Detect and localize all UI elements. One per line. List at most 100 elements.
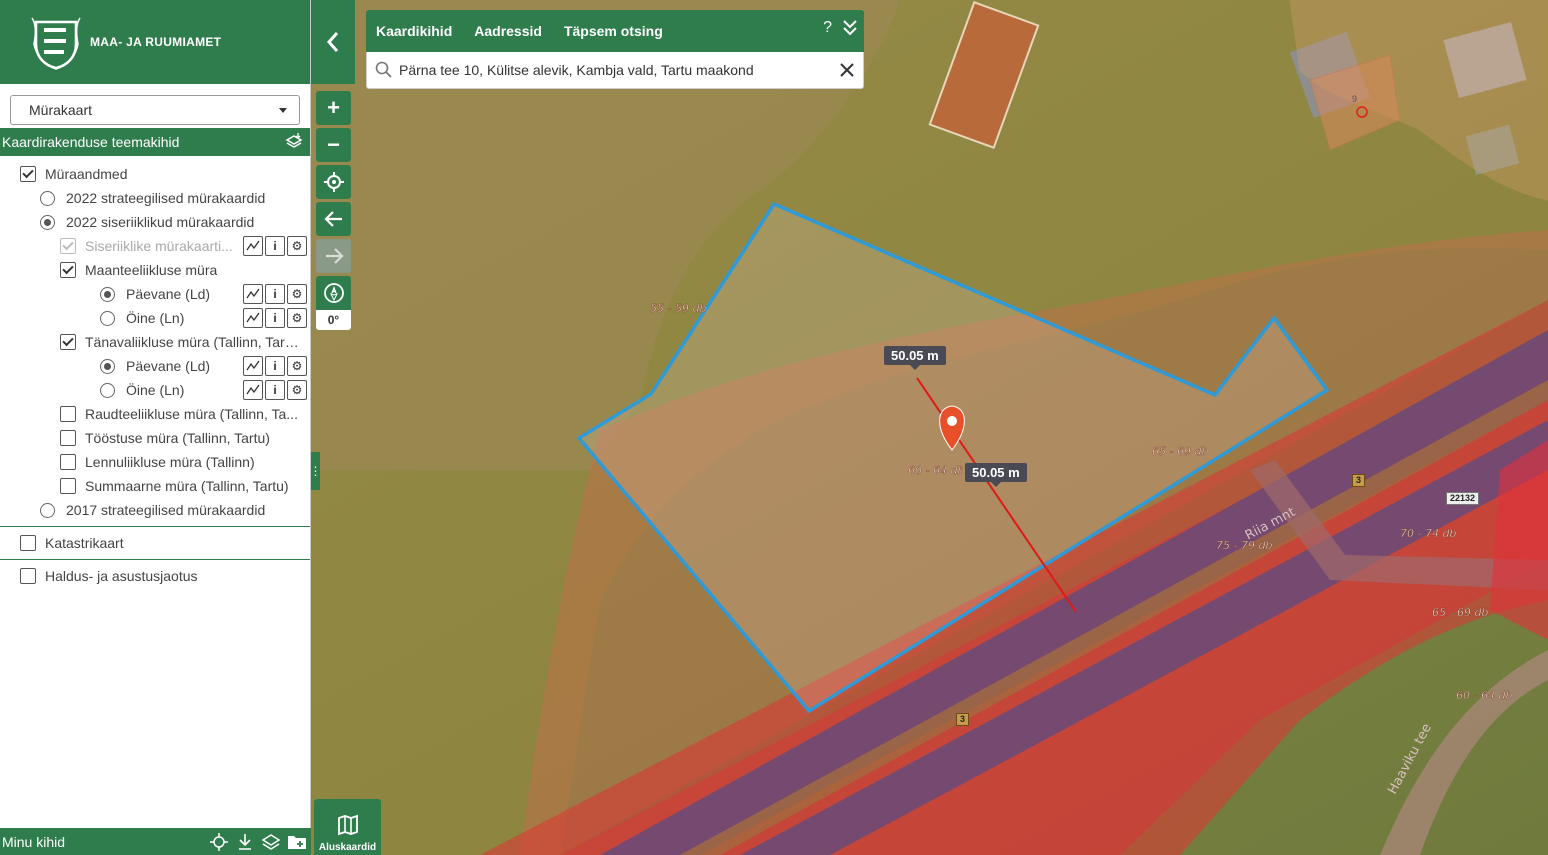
noise-label: 60 - 64 db [908,464,964,477]
compass-button[interactable] [316,276,351,310]
layer-label: Tänavaliikluse müra (Tallinn, Tart... [85,334,300,350]
info-icon[interactable]: i [265,236,285,256]
layer-item[interactable]: Päevane (Ld) i ⚙ [0,354,310,378]
tab-advanced-search[interactable]: Täpsem otsing [564,23,663,39]
info-icon[interactable]: i [265,308,285,328]
basemap-select[interactable]: Mürakaart [10,95,300,125]
layer-label: Müraandmed [45,166,128,182]
info-icon[interactable]: i [265,356,285,376]
layer-item[interactable]: Siseriiklike mürakaarti... i ⚙ [0,234,310,258]
radio[interactable] [100,382,115,398]
checkbox[interactable] [20,568,36,584]
basemaps-button[interactable]: Aluskaardid [314,799,381,855]
previous-view-button[interactable] [316,202,351,236]
layer-label: Summaarne müra (Tallinn, Tartu) [85,478,289,494]
download-icon[interactable] [235,832,255,852]
search-icon [375,61,392,78]
layer-label: Raudteeliikluse müra (Tallinn, Ta... [85,406,298,422]
divider [0,526,310,527]
gear-icon[interactable]: ⚙ [287,308,307,328]
layer-label: Siseriiklike mürakaarti... [85,238,233,254]
layer-label: 2022 siseriiklikud mürakaardid [66,214,255,230]
collapse-sidebar-button[interactable] [311,0,355,84]
checkbox[interactable] [60,238,76,254]
checkbox[interactable] [60,454,76,470]
radio[interactable] [100,310,115,326]
layer-tools: i ⚙ [243,308,307,328]
layer-item[interactable]: Tööstuse müra (Tallinn, Tartu) [0,426,310,450]
close-icon[interactable] [839,62,855,78]
layer-tools: i ⚙ [243,380,307,400]
gear-icon[interactable]: ⚙ [287,236,307,256]
sidebar-resize-handle[interactable] [311,452,320,490]
layer-label: Haldus- ja asustusjaotus [45,568,198,584]
layer-item[interactable]: 2017 strateegilised mürakaardid [0,498,310,522]
basemaps-label: Aluskaardid [318,842,377,853]
radio[interactable] [40,214,55,230]
layer-item[interactable]: Haldus- ja asustusjaotus [0,564,310,588]
layer-item[interactable]: Müraandmed [0,162,310,186]
geolocate-button[interactable] [316,165,351,199]
chart-icon[interactable] [243,284,263,304]
layers-collapse-icon[interactable] [284,132,304,152]
layer-item[interactable]: Raudteeliikluse müra (Tallinn, Ta... [0,402,310,426]
chart-icon[interactable] [243,236,263,256]
layer-tools: i ⚙ [243,236,307,256]
layer-label: Tööstuse müra (Tallinn, Tartu) [85,430,270,446]
noise-label: 60 - 64 db [1456,689,1512,702]
layer-label: Maanteeliikluse müra [85,262,218,278]
zoom-in-button[interactable]: + [316,91,351,125]
crosshair-icon [323,172,344,192]
layer-item[interactable]: 2022 siseriiklikud mürakaardid [0,210,310,234]
layer-item[interactable]: Maanteeliikluse müra [0,258,310,282]
info-icon[interactable]: i [265,380,285,400]
layer-item[interactable]: Öine (Ln) i ⚙ [0,378,310,402]
tab-map-layers[interactable]: Kaardikihid [376,23,452,39]
layer-item[interactable]: Lennuliikluse müra (Tallinn) [0,450,310,474]
help-button[interactable]: ? [823,19,832,37]
my-layers-title: Minu kihid [2,833,66,850]
basemap-select-value: Mürakaart [29,102,93,118]
zoom-out-button[interactable]: − [316,128,351,162]
noise-label: 75 - 79 db [1216,539,1272,552]
gear-icon[interactable]: ⚙ [287,284,307,304]
chart-icon[interactable] [243,380,263,400]
layer-item[interactable]: Tänavaliikluse müra (Tallinn, Tart... [0,330,310,354]
coat-of-arms-logo [31,17,81,70]
info-icon[interactable]: i [265,284,285,304]
tab-addresses[interactable]: Aadressid [474,23,542,39]
radio[interactable] [100,286,115,302]
chart-icon[interactable] [243,356,263,376]
layer-item[interactable]: Katastrikaart [0,531,310,555]
address-search-input[interactable] [397,61,839,79]
radio[interactable] [40,190,55,206]
layers-header: Kaardirakenduse teemakihid [0,128,310,156]
road-number-shield: 22132 [1446,492,1480,505]
rotation-readout: 0° [316,310,351,330]
double-chevron-down-icon[interactable] [842,19,858,37]
checkbox[interactable] [60,334,76,350]
checkbox[interactable] [20,535,36,551]
layer-item[interactable]: 2022 strateegilised mürakaardid [0,186,310,210]
layers-icon[interactable] [261,832,281,852]
next-view-button[interactable] [316,239,351,273]
locate-layer-icon[interactable] [209,832,229,852]
gear-icon[interactable]: ⚙ [287,356,307,376]
checkbox[interactable] [60,430,76,446]
add-folder-icon[interactable] [287,832,307,852]
radio[interactable] [40,502,55,518]
search-box [366,52,864,89]
chart-icon[interactable] [243,308,263,328]
radio[interactable] [100,358,115,374]
gear-icon[interactable]: ⚙ [287,380,307,400]
layer-label: Lennuliikluse müra (Tallinn) [85,454,255,470]
checkbox[interactable] [60,262,76,278]
checkbox[interactable] [20,166,36,182]
layer-item[interactable]: Päevane (Ld) i ⚙ [0,282,310,306]
checkbox[interactable] [60,406,76,422]
layer-item[interactable]: Öine (Ln) i ⚙ [0,306,310,330]
layer-item[interactable]: Summaarne müra (Tallinn, Tartu) [0,474,310,498]
checkbox[interactable] [60,478,76,494]
brand-header[interactable]: Maa- ja Ruumiamet [0,0,310,84]
layer-tools: i ⚙ [243,356,307,376]
